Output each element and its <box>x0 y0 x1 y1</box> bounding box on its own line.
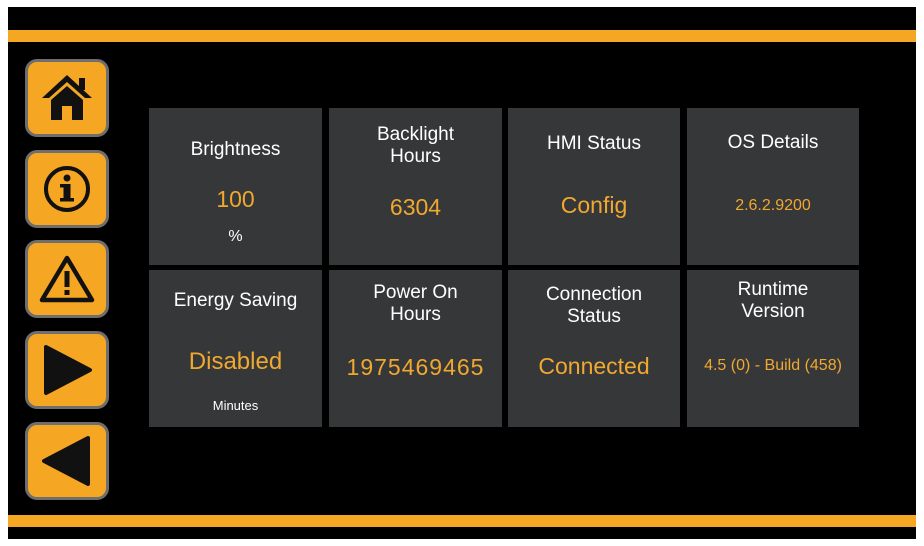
home-button[interactable] <box>25 59 109 137</box>
runtime-version-value: 4.5 (0) - Build (458) <box>704 357 842 374</box>
connection-status-label-line2: Status <box>567 306 621 327</box>
power-on-hours-label-line2: Hours <box>390 304 441 325</box>
energy-saving-unit: Minutes <box>212 398 259 413</box>
brightness-tile: Brightness 100 % <box>149 108 322 265</box>
brightness-label: Brightness <box>190 139 281 160</box>
runtime-version-tile: Runtime Version 4.5 (0) - Build (458) <box>687 270 859 427</box>
backlight-hours-label-line2: Hours <box>390 146 441 167</box>
warning-icon <box>39 255 95 303</box>
top-accent-bar <box>8 30 916 42</box>
energy-saving-label: Energy Saving <box>173 290 298 311</box>
hmi-status-label: HMI Status <box>547 133 641 154</box>
connection-status-value: Connected <box>538 353 650 379</box>
brightness-value: 100 <box>216 186 255 212</box>
backlight-hours-tile: Backlight Hours 6304 <box>329 108 502 265</box>
hmi-screen: Brightness 100 % Backlight Hours 6304 HM… <box>8 7 916 539</box>
energy-saving-value: Disabled <box>188 348 283 375</box>
backlight-hours-value: 6304 <box>389 194 442 220</box>
runtime-version-label-line2: Version <box>741 301 805 322</box>
power-on-hours-tile: Power On Hours 1975469465 <box>329 270 502 427</box>
info-icon <box>44 166 90 212</box>
play-left-icon <box>42 436 90 486</box>
connection-status-label-line1: Connection <box>545 284 643 305</box>
bottom-accent-bar <box>8 515 916 527</box>
next-button[interactable] <box>25 331 109 409</box>
power-on-hours-value: 1975469465 <box>346 354 485 380</box>
energy-saving-tile: Energy Saving Disabled Minutes <box>149 270 322 427</box>
os-details-label: OS Details <box>727 132 819 153</box>
hmi-status-tile: HMI Status Config <box>508 108 680 265</box>
home-icon <box>42 75 92 120</box>
back-button[interactable] <box>25 422 109 500</box>
os-details-tile: OS Details 2.6.2.9200 <box>687 108 859 265</box>
runtime-version-label-line1: Runtime <box>737 279 809 300</box>
brightness-unit: % <box>228 228 243 245</box>
info-button[interactable] <box>25 150 109 228</box>
os-details-value: 2.6.2.9200 <box>735 197 811 214</box>
alarm-button[interactable] <box>25 240 109 318</box>
power-on-hours-label-line1: Power On <box>373 282 458 303</box>
play-right-icon <box>44 345 92 395</box>
connection-status-tile: Connection Status Connected <box>508 270 680 427</box>
hmi-status-value: Config <box>560 192 628 218</box>
backlight-hours-label-line1: Backlight <box>376 124 455 145</box>
